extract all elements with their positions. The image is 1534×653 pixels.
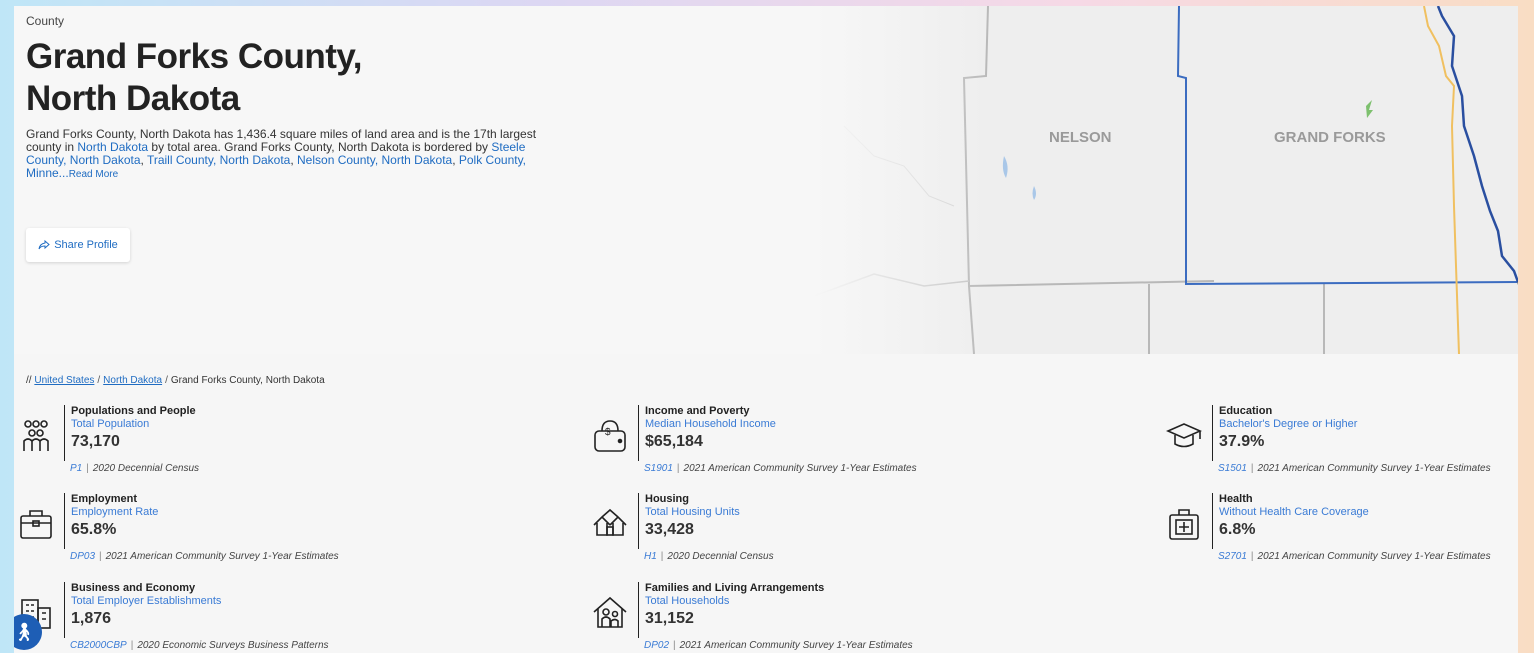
profile-page: NELSON GRAND FORKS County Grand Forks Co… [14, 6, 1518, 653]
stat-value: 1,876 [71, 610, 112, 627]
stat-metric: Total Housing Units [645, 506, 740, 518]
source-code-link[interactable]: H1 [644, 551, 657, 562]
profile-description: Grand Forks County, North Dakota has 1,4… [26, 127, 537, 181]
stat-metric: Total Employer Establishments [71, 595, 222, 607]
source-name: 2021 American Community Survey 1-Year Es… [1257, 463, 1491, 474]
link-nelson-county[interactable]: Nelson County, North Dakota [297, 153, 452, 167]
source-code-link[interactable]: S1501 [1218, 463, 1247, 474]
stat-value: 33,428 [645, 521, 694, 538]
stat-source: DP02 | 2021 American Community Survey 1-Ye… [644, 640, 913, 651]
desc-text-2: by total area. Grand Forks County, North… [148, 140, 492, 154]
stat-source: P1 | 2020 Decennial Census [70, 463, 200, 474]
breadcrumb-current: Grand Forks County, North Dakota [170, 375, 325, 386]
stat-category: Health [1219, 493, 1253, 505]
houses-icon [593, 508, 627, 536]
stat-body: Populations and People Total Population … [64, 405, 196, 461]
briefcase-icon [20, 510, 52, 539]
stat-metric: Bachelor's Degree or Higher [1219, 418, 1358, 430]
stat-body: Business and Economy Total Employer Esta… [64, 582, 221, 638]
source-name: 2021 American Community Survey 1-Year Es… [679, 640, 913, 651]
stat-value: 6.8% [1219, 521, 1256, 538]
share-profile-label: Share Profile [54, 239, 118, 251]
family-house-icon [593, 596, 627, 628]
stat-metric: Total Households [645, 595, 730, 607]
stat-source: CB2000CBP | 2020 Economic Surveys Business… [70, 640, 329, 651]
stat-metric: Employment Rate [71, 506, 159, 518]
stat-body: Employment Employment Rate 65.8% [64, 493, 158, 549]
svg-text:$: $ [605, 427, 611, 438]
stat-value: $65,184 [645, 433, 703, 450]
breadcrumb-north-dakota[interactable]: North Dakota [103, 375, 162, 386]
graduation-cap-icon [1166, 423, 1202, 448]
source-code-link[interactable]: DP03 [70, 551, 95, 562]
source-code-link[interactable]: S1901 [644, 463, 673, 474]
stat-category: Education [1219, 405, 1273, 417]
map-label-grand-forks: GRAND FORKS [1274, 129, 1386, 146]
stat-source: H1 | 2020 Decennial Census [644, 551, 774, 562]
breadcrumb: // United States / North Dakota / Grand Fork… [26, 375, 325, 386]
stat-value: 73,170 [71, 433, 120, 450]
stat-category: Populations and People [71, 405, 196, 417]
stat-value: 37.9% [1219, 433, 1265, 450]
stat-source: S2701 | 2021 American Community Survey 1-Y… [1218, 551, 1491, 562]
stat-source: S1901 | 2021 American Community Survey 1-Y… [644, 463, 917, 474]
source-name: 2020 Decennial Census [92, 463, 200, 474]
source-code-link[interactable]: CB2000CBP [70, 640, 127, 651]
link-traill-county[interactable]: Traill County, North Dakota [147, 153, 290, 167]
stat-metric: Without Health Care Coverage [1219, 506, 1369, 518]
stat-category: Families and Living Arrangements [645, 582, 825, 594]
read-more-link[interactable]: Read More [69, 169, 118, 180]
source-code-link[interactable]: DP02 [644, 640, 669, 651]
share-profile-button[interactable]: Share Profile [26, 228, 130, 262]
stat-metric: Total Population [71, 418, 150, 430]
geography-type: County [26, 14, 65, 28]
breadcrumb-prefix: // [26, 375, 32, 386]
source-code-link[interactable]: P1 [70, 463, 82, 474]
source-name: 2020 Economic Surveys Business Patterns [137, 640, 329, 651]
page-title: Grand Forks County, North Dakota [26, 36, 546, 120]
source-name: 2021 American Community Survey 1-Year Es… [105, 551, 339, 562]
source-name: 2021 American Community Survey 1-Year Es… [683, 463, 917, 474]
breadcrumb-united-states[interactable]: United States [34, 375, 94, 386]
stat-category: Business and Economy [71, 582, 196, 594]
page-title-line2: North Dakota [26, 79, 240, 118]
stat-body: Income and Poverty Median Household Inco… [638, 405, 776, 461]
stat-source: DP03 | 2021 American Community Survey 1-Ye… [70, 551, 339, 562]
stat-body: Families and Living Arrangements Total H… [638, 582, 824, 638]
stat-source: S1501 | 2021 American Community Survey 1-Y… [1218, 463, 1491, 474]
stat-category: Employment [71, 493, 138, 505]
stat-category: Income and Poverty [645, 405, 750, 417]
hero-text: County Grand Forks County, North Dakota … [26, 14, 546, 181]
stat-metric: Median Household Income [645, 418, 776, 430]
stat-value: 65.8% [71, 521, 117, 538]
source-name: 2020 Decennial Census [667, 551, 774, 562]
stat-category: Housing [645, 493, 689, 505]
link-north-dakota[interactable]: North Dakota [77, 140, 148, 154]
stat-body: Education Bachelor's Degree or Higher 37… [1212, 405, 1357, 461]
hero-section: NELSON GRAND FORKS County Grand Forks Co… [14, 6, 1518, 354]
stat-value: 31,152 [645, 610, 694, 627]
county-map[interactable]: NELSON GRAND FORKS [814, 6, 1518, 354]
page-title-line1: Grand Forks County, [26, 37, 363, 76]
source-code-link[interactable]: S2701 [1218, 551, 1247, 562]
accessibility-icon: 🚶︎ [14, 621, 36, 642]
medical-kit-icon [1169, 509, 1199, 540]
stat-body: Housing Total Housing Units 33,428 [638, 493, 740, 549]
map-label-nelson: NELSON [1049, 129, 1112, 146]
stat-body: Health Without Health Care Coverage 6.8% [1212, 493, 1369, 549]
people-icon [23, 420, 49, 451]
money-bag-icon: $ [594, 420, 626, 452]
source-name: 2021 American Community Survey 1-Year Es… [1257, 551, 1491, 562]
share-icon [38, 239, 50, 250]
